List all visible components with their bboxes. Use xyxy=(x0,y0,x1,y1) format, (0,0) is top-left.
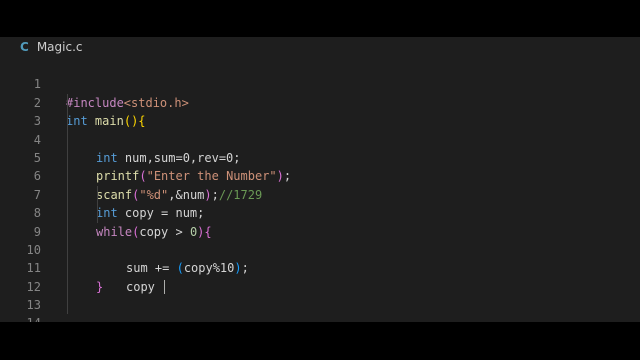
indent-guide xyxy=(67,240,68,260)
indent-guide xyxy=(67,296,68,315)
indent-guide xyxy=(67,130,68,149)
code-line: 3 int num,sum=0,rev=0; xyxy=(0,93,640,165)
code-line: 15 } xyxy=(0,314,640,322)
editor-tab[interactable]: C Magic.c xyxy=(0,37,640,57)
indent-guide xyxy=(67,204,68,223)
code-line: 1 #include<stdio.h> xyxy=(0,57,640,109)
editor-window: C Magic.c 1 #include<stdio.h> 2 int main… xyxy=(0,37,640,322)
indent-guide xyxy=(67,167,68,186)
indent-guide xyxy=(97,204,98,223)
indent-guide xyxy=(67,93,68,113)
indent-guide xyxy=(67,277,68,297)
c-language-icon: C xyxy=(20,40,29,54)
code-line: 4 printf("Enter the Number"); xyxy=(0,112,640,183)
code-line: 13 xyxy=(0,277,640,312)
code-editor[interactable]: 1 #include<stdio.h> 2 int main(){ 3 int … xyxy=(0,57,640,322)
indent-guide xyxy=(97,185,98,205)
indent-guide xyxy=(67,112,68,131)
tab-filename: Magic.c xyxy=(36,40,83,54)
code-line: 2 int main(){ xyxy=(0,75,640,128)
indent-guide xyxy=(67,222,68,241)
code-line: 11 xyxy=(0,240,640,275)
code-line: 8 sum += (copy%10); xyxy=(0,185,640,275)
code-line: 12 xyxy=(0,259,640,294)
code-line: 10 } xyxy=(0,222,640,294)
code-line: 14 return 0; xyxy=(0,296,640,322)
code-line: 5 scanf("%d",&num);//1729 xyxy=(0,130,640,202)
indent-guide xyxy=(67,185,68,205)
code-line: 7 while(copy > 0){ xyxy=(0,167,640,239)
code-line: 6 int copy = num; xyxy=(0,148,640,220)
indent-guide xyxy=(67,148,68,168)
indent-guide xyxy=(67,259,68,278)
code-line: 9 copy xyxy=(0,204,640,295)
